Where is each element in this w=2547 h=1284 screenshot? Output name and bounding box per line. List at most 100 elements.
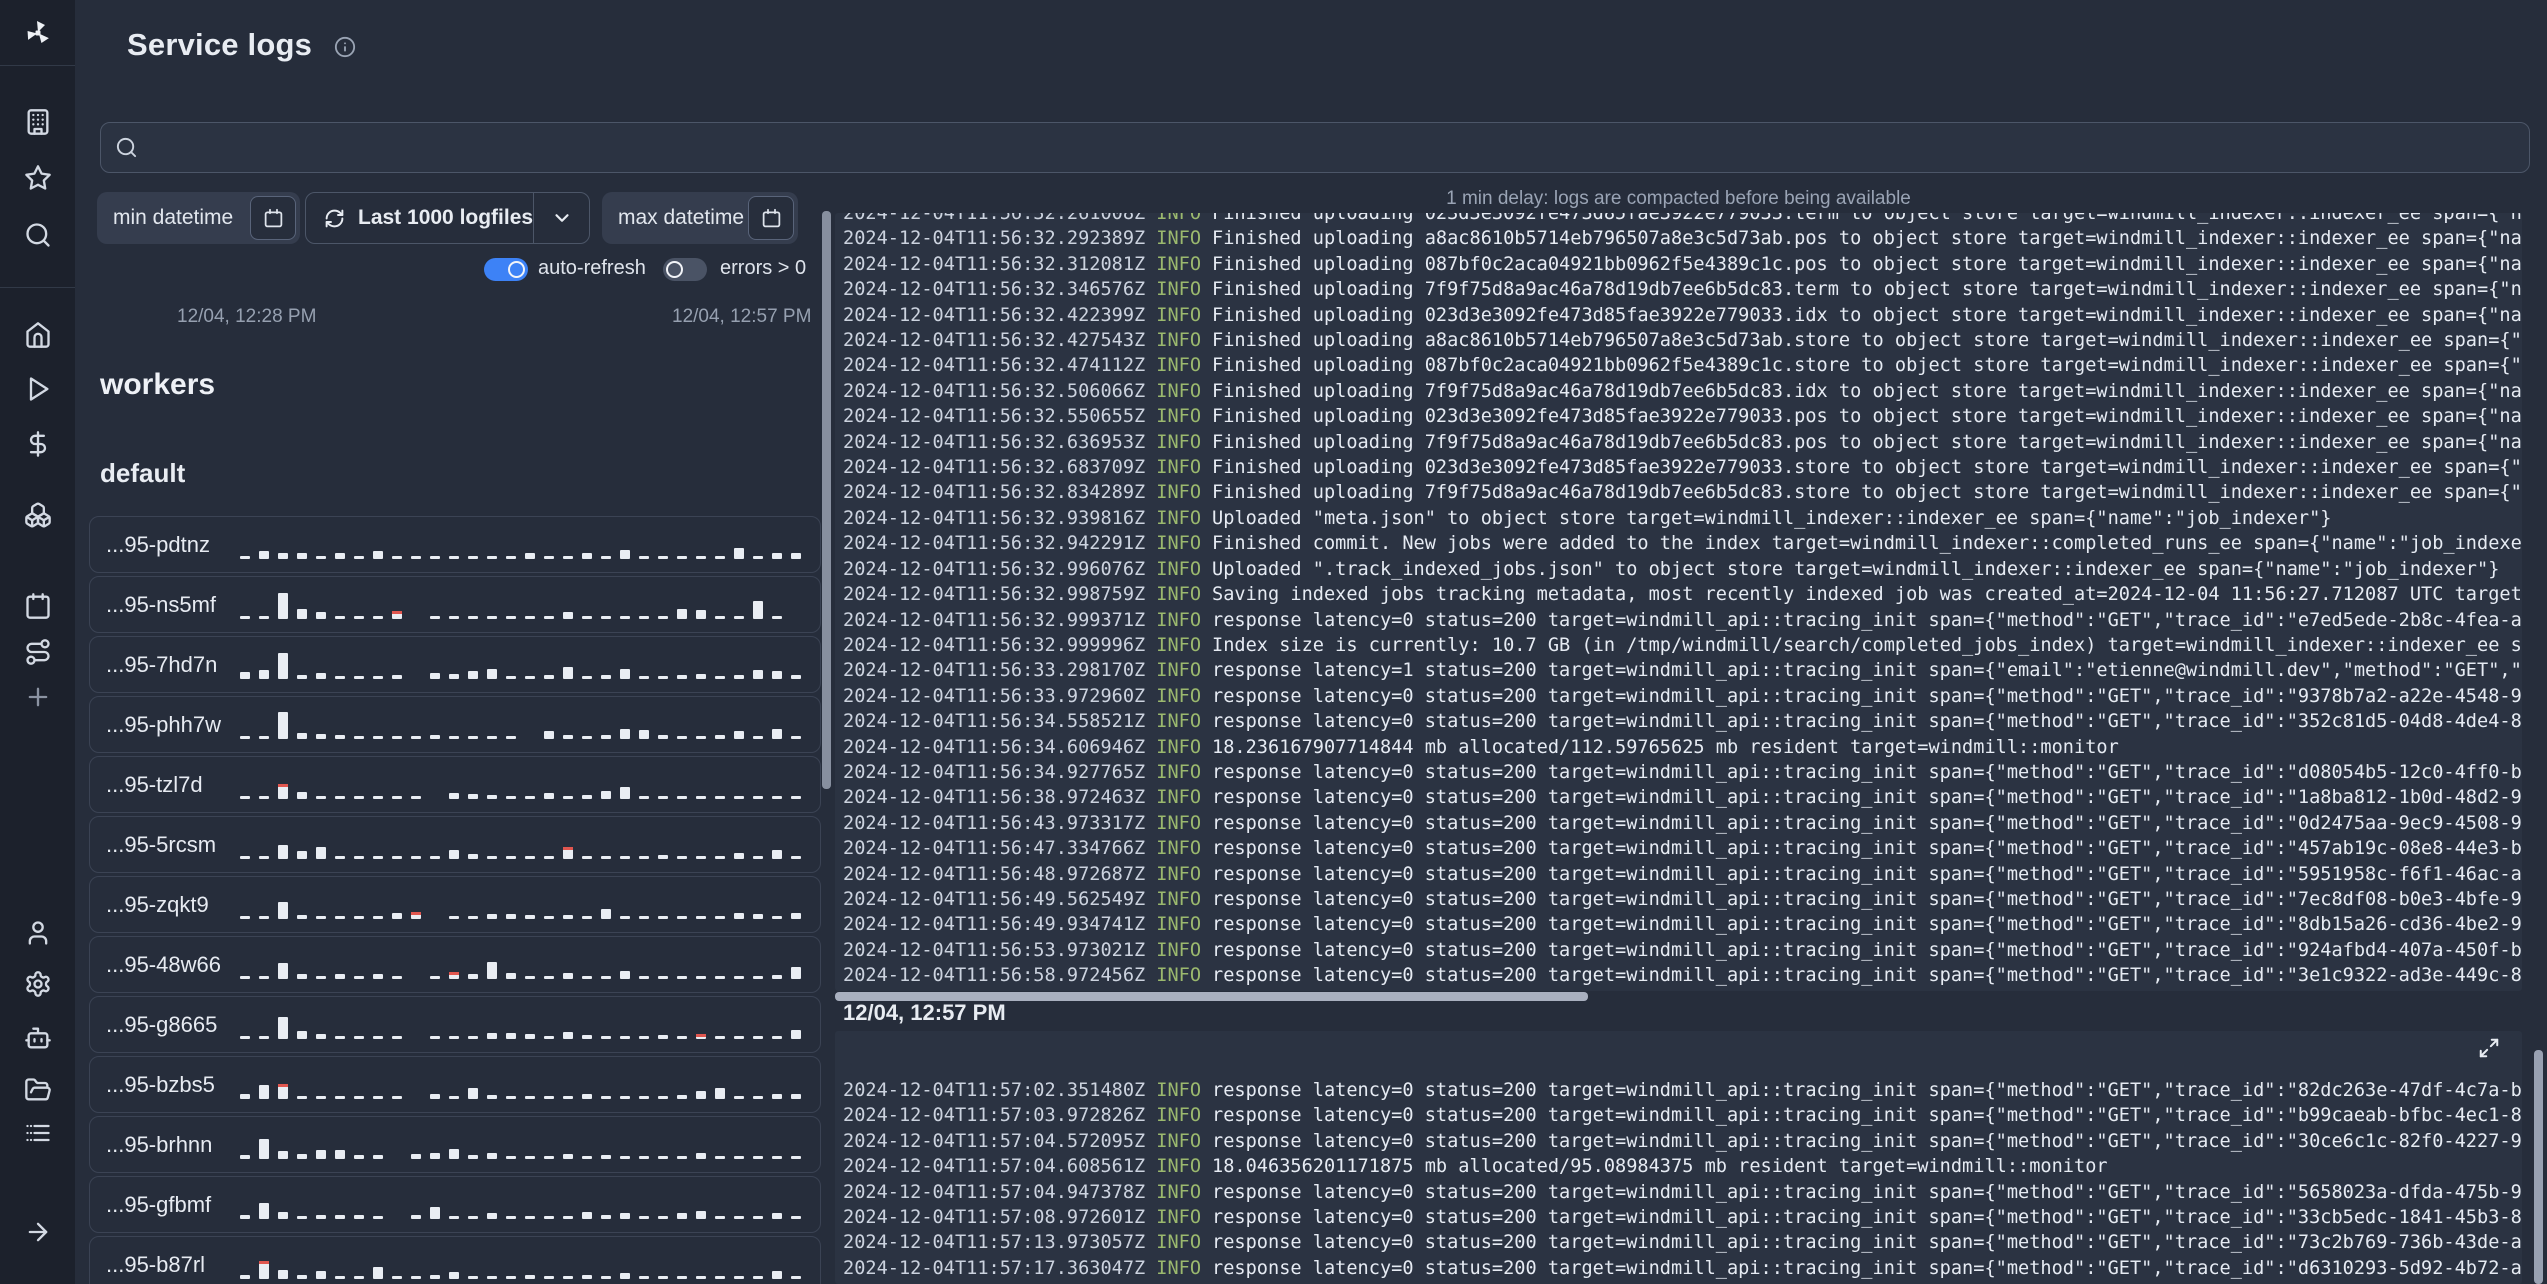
worker-name: ...95-b87rl bbox=[106, 1251, 206, 1277]
max-datetime-calendar-button[interactable] bbox=[748, 196, 794, 240]
log-line: 2024-12-04T11:56:34.606946Z INFO 18.236167… bbox=[843, 735, 2522, 760]
compaction-delay-notice: 1 min delay: logs are compacted before b… bbox=[1446, 188, 1911, 209]
play-icon[interactable] bbox=[24, 375, 52, 403]
log-line: 2024-12-04T11:57:04.947378Z INFO response … bbox=[843, 1180, 2522, 1205]
min-datetime-field[interactable]: min datetime bbox=[97, 192, 300, 244]
log-timestamp: 2024-12-04T11:56:48.972687Z bbox=[843, 863, 1146, 885]
logfiles-select-button[interactable]: Last 1000 logfiles bbox=[305, 192, 590, 244]
log-line: 2024-12-04T11:56:32.942291Z INFO Finished … bbox=[843, 531, 2522, 556]
dollar-icon[interactable] bbox=[24, 430, 52, 458]
worker-row[interactable]: ...95-tzl7d bbox=[89, 756, 821, 813]
log-level: INFO bbox=[1156, 888, 1202, 910]
logfiles-dropdown-toggle[interactable] bbox=[533, 193, 589, 243]
worker-row[interactable]: ...95-brhnn bbox=[89, 1116, 821, 1173]
log-level: INFO bbox=[1156, 1232, 1202, 1254]
worker-row[interactable]: ...95-7hd7n bbox=[89, 636, 821, 693]
expand-icon[interactable] bbox=[2478, 1037, 2502, 1061]
max-datetime-field[interactable]: max datetime bbox=[602, 192, 798, 244]
worker-activity-sparkline bbox=[240, 707, 810, 739]
worker-activity-sparkline bbox=[240, 1187, 810, 1219]
log-line: 2024-12-04T11:56:32.427543Z INFO Finished … bbox=[843, 328, 2522, 353]
list-icon[interactable] bbox=[24, 1119, 52, 1147]
log-level: INFO bbox=[1156, 939, 1202, 961]
log-message: Finished uploading a8ac8610b5714eb796507… bbox=[1212, 228, 2522, 250]
refresh-icon bbox=[324, 208, 345, 229]
log-line: 2024-12-04T11:56:32.939816Z INFO Uploaded … bbox=[843, 506, 2522, 531]
worker-group-heading: default bbox=[100, 458, 186, 488]
calendar-nav-icon[interactable] bbox=[24, 592, 52, 620]
worker-row[interactable]: ...95-ns5mf bbox=[89, 576, 821, 633]
log-message: Finished uploading 087bf0c2aca04921bb096… bbox=[1212, 253, 2522, 275]
worker-row[interactable]: ...95-5rcsm bbox=[89, 816, 821, 873]
logfiles-select-label: Last 1000 logfiles bbox=[358, 206, 534, 229]
windmill-logo-icon[interactable] bbox=[0, 0, 75, 66]
auto-refresh-label: auto-refresh bbox=[538, 257, 646, 279]
log-level: INFO bbox=[1156, 1105, 1202, 1127]
worker-row[interactable]: ...95-48w66 bbox=[89, 936, 821, 993]
boxes-icon[interactable] bbox=[24, 501, 52, 529]
log-lines-2: 2024-12-04T11:57:02.351480Z INFO response … bbox=[843, 1078, 2522, 1284]
log-message: Index size is currently: 10.7 GB (in /tm… bbox=[1212, 634, 2522, 656]
home-icon[interactable] bbox=[24, 321, 52, 349]
log-line: 2024-12-04T11:56:43.973317Z INFO response … bbox=[843, 811, 2522, 836]
log-timestamp: 2024-12-04T11:56:32.999371Z bbox=[843, 609, 1146, 631]
log-message: Finished uploading 023d3e3092fe473d85fae… bbox=[1212, 406, 2522, 428]
log-block-1: 2024-12-04T11:56:32.261008Z INFO Finished … bbox=[835, 213, 2522, 991]
worker-row[interactable]: ...95-g8665 bbox=[89, 996, 821, 1053]
folder-open-icon[interactable] bbox=[24, 1076, 52, 1104]
page-vertical-scrollbar[interactable] bbox=[2534, 1050, 2543, 1284]
log-level: INFO bbox=[1156, 279, 1202, 301]
log-message: response latency=0 status=200 target=win… bbox=[1212, 1232, 2522, 1254]
log-level: INFO bbox=[1156, 1207, 1202, 1229]
worker-row[interactable]: ...95-bzbs5 bbox=[89, 1056, 821, 1113]
log-timestamp: 2024-12-04T11:56:32.422399Z bbox=[843, 304, 1146, 326]
log-line: 2024-12-04T11:56:34.927765Z INFO response … bbox=[843, 760, 2522, 785]
building-icon[interactable] bbox=[24, 108, 52, 136]
log-message: response latency=0 status=200 target=win… bbox=[1212, 863, 2522, 885]
plus-icon[interactable] bbox=[24, 683, 52, 711]
min-datetime-placeholder: min datetime bbox=[113, 206, 234, 229]
log-message: response latency=0 status=200 target=win… bbox=[1212, 914, 2522, 936]
worker-row[interactable]: ...95-gfbmf bbox=[89, 1176, 821, 1233]
log-line: 2024-12-04T11:56:32.834289Z INFO Finished … bbox=[843, 480, 2522, 505]
worker-row[interactable]: ...95-pdtnz bbox=[89, 516, 821, 573]
log-level: INFO bbox=[1156, 711, 1202, 733]
log-message: 18.236167907714844 mb allocated/112.5976… bbox=[1212, 736, 2119, 758]
log-line: 2024-12-04T11:57:13.973057Z INFO response … bbox=[843, 1230, 2522, 1255]
log-line: 2024-12-04T11:56:32.506066Z INFO Finished … bbox=[843, 379, 2522, 404]
log-timestamp: 2024-12-04T11:56:32.474112Z bbox=[843, 355, 1146, 377]
log-timestamp: 2024-12-04T11:56:32.939816Z bbox=[843, 507, 1146, 529]
log-timestamp: 2024-12-04T11:56:32.636953Z bbox=[843, 431, 1146, 453]
log-line: 2024-12-04T11:56:33.298170Z INFO response … bbox=[843, 658, 2522, 683]
settings-gear-icon[interactable] bbox=[24, 970, 52, 998]
star-icon[interactable] bbox=[24, 164, 52, 192]
log-level: INFO bbox=[1156, 584, 1202, 606]
worker-panel-scrollbar[interactable] bbox=[822, 211, 831, 789]
log-level: INFO bbox=[1156, 355, 1202, 377]
log-line: 2024-12-04T11:56:58.972456Z INFO response … bbox=[843, 963, 2522, 988]
info-icon[interactable] bbox=[334, 36, 356, 58]
errors-filter-toggle[interactable] bbox=[663, 258, 707, 281]
log-level: INFO bbox=[1156, 406, 1202, 428]
worker-name: ...95-phh7w bbox=[106, 711, 221, 737]
search-nav-icon[interactable] bbox=[24, 221, 52, 249]
worker-list: ...95-pdtnz ...95-ns5mf ...95-7hd7n ...9… bbox=[89, 516, 821, 1284]
bot-icon[interactable] bbox=[24, 1024, 52, 1052]
auto-refresh-toggle[interactable] bbox=[484, 258, 528, 281]
log-timestamp: 2024-12-04T11:57:02.351480Z bbox=[843, 1080, 1146, 1101]
log-message: 18.046356201171875 mb allocated/95.08984… bbox=[1212, 1156, 2108, 1178]
user-icon[interactable] bbox=[24, 919, 52, 947]
log-line: 2024-12-04T11:56:32.422399Z INFO Finished … bbox=[843, 303, 2522, 328]
min-datetime-calendar-button[interactable] bbox=[250, 196, 296, 240]
worker-row[interactable]: ...95-phh7w bbox=[89, 696, 821, 753]
log-timestamp: 2024-12-04T11:56:32.834289Z bbox=[843, 482, 1146, 504]
search-input[interactable] bbox=[150, 136, 2515, 159]
log-timestamp: 2024-12-04T11:57:04.608561Z bbox=[843, 1156, 1146, 1178]
log-timestamp: 2024-12-04T11:57:13.973057Z bbox=[843, 1232, 1146, 1254]
worker-row[interactable]: ...95-b87rl bbox=[89, 1236, 821, 1284]
worker-row[interactable]: ...95-zqkt9 bbox=[89, 876, 821, 933]
log-line-clipped: 2024-12-04T11:56:32.261008Z INFO Finished … bbox=[843, 213, 2522, 224]
collapse-arrow-icon[interactable] bbox=[24, 1218, 52, 1246]
search-bar bbox=[100, 122, 2530, 173]
route-icon[interactable] bbox=[24, 638, 52, 666]
